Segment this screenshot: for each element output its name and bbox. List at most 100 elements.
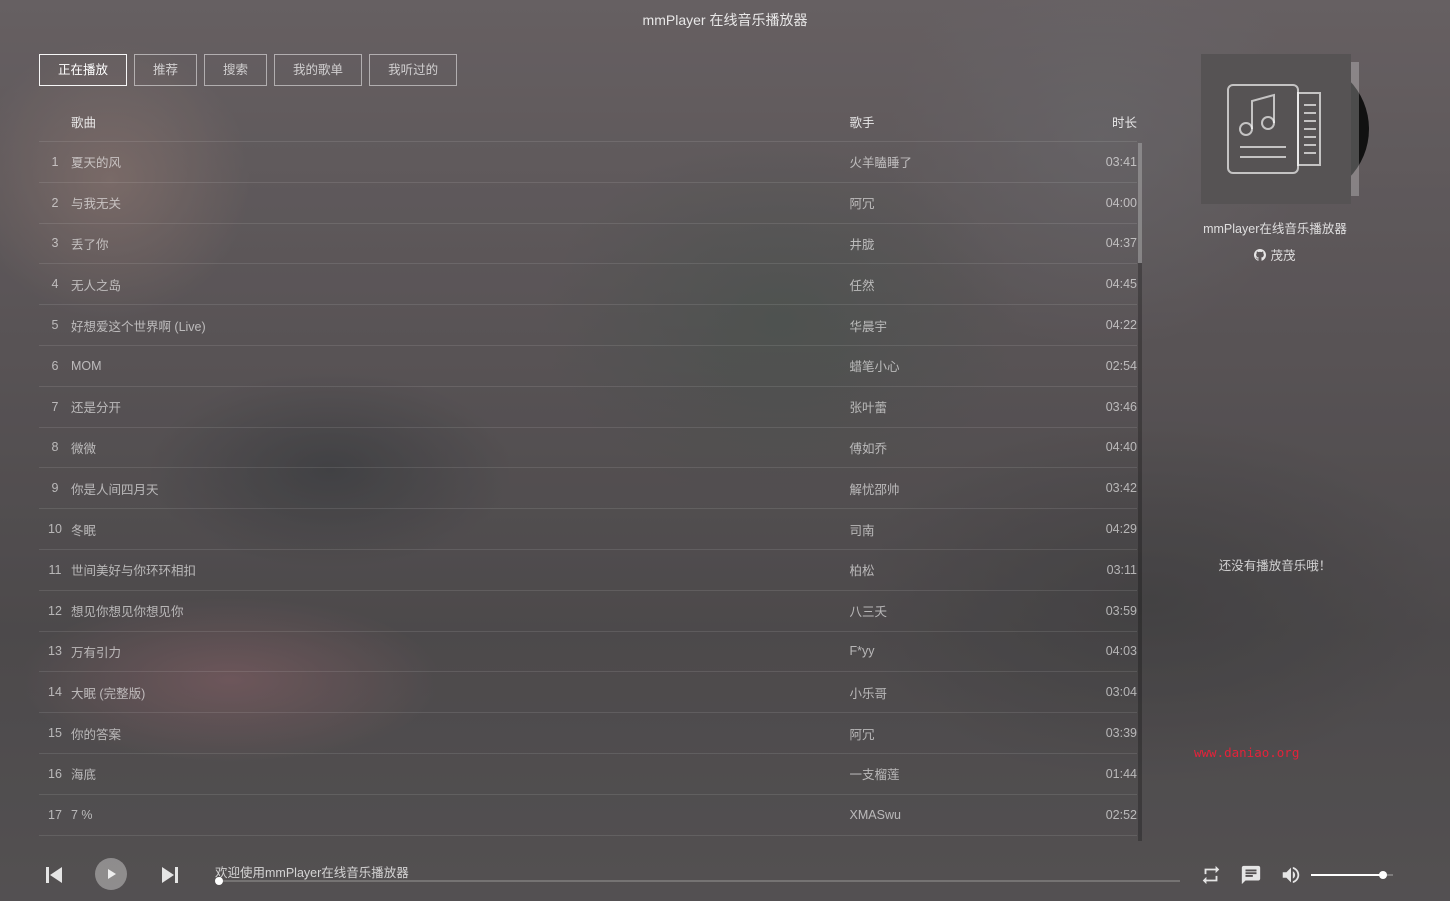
song-duration: 04:00	[1105, 195, 1137, 210]
progress-bar[interactable]	[215, 877, 1180, 885]
song-row[interactable]: 6 MOM 蜡笔小心 02:54	[39, 346, 1137, 387]
song-index: 2	[51, 195, 59, 210]
song-name: MOM	[70, 358, 102, 373]
song-duration: 04:40	[1105, 440, 1137, 455]
song-duration: 02:54	[1105, 358, 1137, 373]
header-song: 歌曲	[70, 115, 96, 130]
song-name: 大眠 (完整版)	[70, 686, 146, 701]
song-row[interactable]: 17 7 % XMASwu 02:52	[39, 795, 1137, 836]
song-row[interactable]: 14 大眠 (完整版) 小乐哥 03:04	[39, 672, 1137, 714]
music-note-document-icon	[1227, 84, 1321, 174]
song-index: 4	[51, 277, 59, 292]
song-row[interactable]: 8 微微 傅如乔 04:40	[39, 428, 1137, 469]
volume-slider[interactable]	[1311, 871, 1393, 879]
tab-search[interactable]: 搜索	[204, 54, 268, 86]
song-row[interactable]: 3 丢了你 井胧 04:37	[39, 224, 1137, 265]
comment-button[interactable]	[1240, 864, 1262, 889]
song-singer: XMASwu	[849, 807, 901, 822]
song-singer: 华晨宇	[849, 319, 888, 334]
song-singer: 柏松	[849, 564, 875, 579]
song-row[interactable]: 10 冬眠 司南 04:29	[39, 509, 1137, 550]
song-duration: 04:22	[1105, 318, 1137, 333]
volume-button[interactable]	[1280, 864, 1302, 889]
song-row[interactable]: 13 万有引力 F*yy 04:03	[39, 632, 1137, 673]
song-index: 8	[51, 440, 59, 455]
song-row[interactable]: 11 世间美好与你环环相扣 柏松 03:11	[39, 550, 1137, 591]
tab-bar: 正在播放 推荐 搜索 我的歌单 我听过的	[39, 54, 458, 86]
song-name: 你的答案	[70, 727, 121, 742]
skip-previous-icon	[46, 867, 62, 883]
album-cover	[1201, 54, 1351, 204]
tab-my-playlists[interactable]: 我的歌单	[274, 54, 363, 86]
song-row[interactable]: 2 与我无关 阿冗 04:00	[39, 183, 1137, 224]
song-name: 夏天的风	[70, 156, 121, 171]
song-row[interactable]: 9 你是人间四月天 解忧邵帅 03:42	[39, 468, 1137, 510]
song-list-scrollbar[interactable]	[1138, 143, 1142, 841]
progress-handle[interactable]	[215, 877, 223, 885]
github-icon	[1254, 248, 1267, 261]
song-duration: 04:29	[1105, 522, 1137, 537]
song-row[interactable]: 1 夏天的风 火羊瞌睡了 03:41	[39, 142, 1137, 183]
song-row[interactable]: 15 你的答案 阿冗 03:39	[39, 713, 1137, 754]
song-singer: 井胧	[849, 237, 875, 252]
song-singer: 八三夭	[849, 605, 888, 620]
song-index: 14	[48, 685, 62, 700]
play-button[interactable]	[95, 858, 127, 890]
song-duration: 01:44	[1105, 766, 1137, 781]
song-duration: 03:42	[1105, 481, 1137, 496]
watermark: www.daniao.org	[1194, 745, 1300, 760]
song-singer: 任然	[849, 278, 875, 293]
song-index: 17	[48, 807, 62, 822]
song-name: 还是分开	[70, 401, 121, 416]
song-row[interactable]: 12 想见你想见你想见你 八三夭 03:59	[39, 591, 1137, 632]
next-button[interactable]	[160, 865, 180, 888]
song-duration: 03:11	[1106, 562, 1137, 577]
song-name: 无人之岛	[70, 278, 121, 293]
song-singer: 傅如乔	[849, 441, 888, 456]
app-title: mmPlayer 在线音乐播放器	[642, 12, 808, 28]
player-name: mmPlayer在线音乐播放器	[1203, 222, 1347, 236]
song-row[interactable]: 7 还是分开 张叶蕾 03:46	[39, 387, 1137, 428]
song-index: 11	[48, 562, 62, 577]
album-cover-area	[1201, 54, 1369, 204]
song-name: 世间美好与你环环相扣	[70, 564, 196, 579]
song-name: 海底	[70, 768, 96, 783]
song-row[interactable]: 5 好想爱这个世界啊 (Live) 华晨宇 04:22	[39, 305, 1137, 346]
comment-icon	[1241, 865, 1261, 885]
song-name: 微微	[70, 441, 96, 456]
song-index: 9	[51, 481, 59, 496]
song-singer: 解忧邵帅	[849, 482, 900, 497]
song-row[interactable]: 16 海底 一支榴莲 01:44	[39, 754, 1137, 795]
song-name: 好想爱这个世界啊 (Live)	[70, 319, 206, 334]
song-name: 想见你想见你想见你	[70, 605, 184, 620]
song-index: 15	[48, 726, 62, 741]
song-singer: 阿冗	[849, 727, 875, 742]
welcome-text: 欢迎使用mmPlayer在线音乐播放器	[215, 866, 409, 880]
song-row[interactable]: 4 无人之岛 任然 04:45	[39, 264, 1137, 306]
volume-icon	[1282, 866, 1300, 884]
play-icon	[108, 869, 116, 879]
song-singer: 蜡笔小心	[849, 360, 900, 375]
song-index: 6	[51, 358, 59, 373]
tab-recommend[interactable]: 推荐	[134, 54, 198, 86]
song-name: 万有引力	[70, 645, 121, 660]
scrollbar-thumb[interactable]	[1138, 143, 1142, 263]
song-duration: 03:39	[1105, 726, 1137, 741]
author-link[interactable]: 茂茂	[1185, 245, 1365, 264]
song-index: 16	[48, 766, 62, 781]
song-index: 13	[48, 644, 62, 659]
tab-now-playing[interactable]: 正在播放	[39, 54, 128, 86]
song-singer: 火羊瞌睡了	[849, 156, 913, 171]
tab-history[interactable]: 我听过的	[369, 54, 458, 86]
player-info: mmPlayer在线音乐播放器 茂茂	[1185, 218, 1365, 264]
song-index: 3	[51, 236, 59, 251]
song-name: 7 %	[70, 807, 93, 822]
author-name: 茂茂	[1270, 249, 1296, 263]
song-duration: 02:52	[1105, 807, 1137, 822]
prev-button[interactable]	[44, 865, 64, 888]
play-mode-button[interactable]	[1200, 864, 1222, 889]
song-duration: 03:59	[1105, 603, 1137, 618]
song-index: 5	[51, 318, 59, 333]
song-index: 12	[48, 603, 62, 618]
song-duration: 03:04	[1105, 685, 1137, 700]
